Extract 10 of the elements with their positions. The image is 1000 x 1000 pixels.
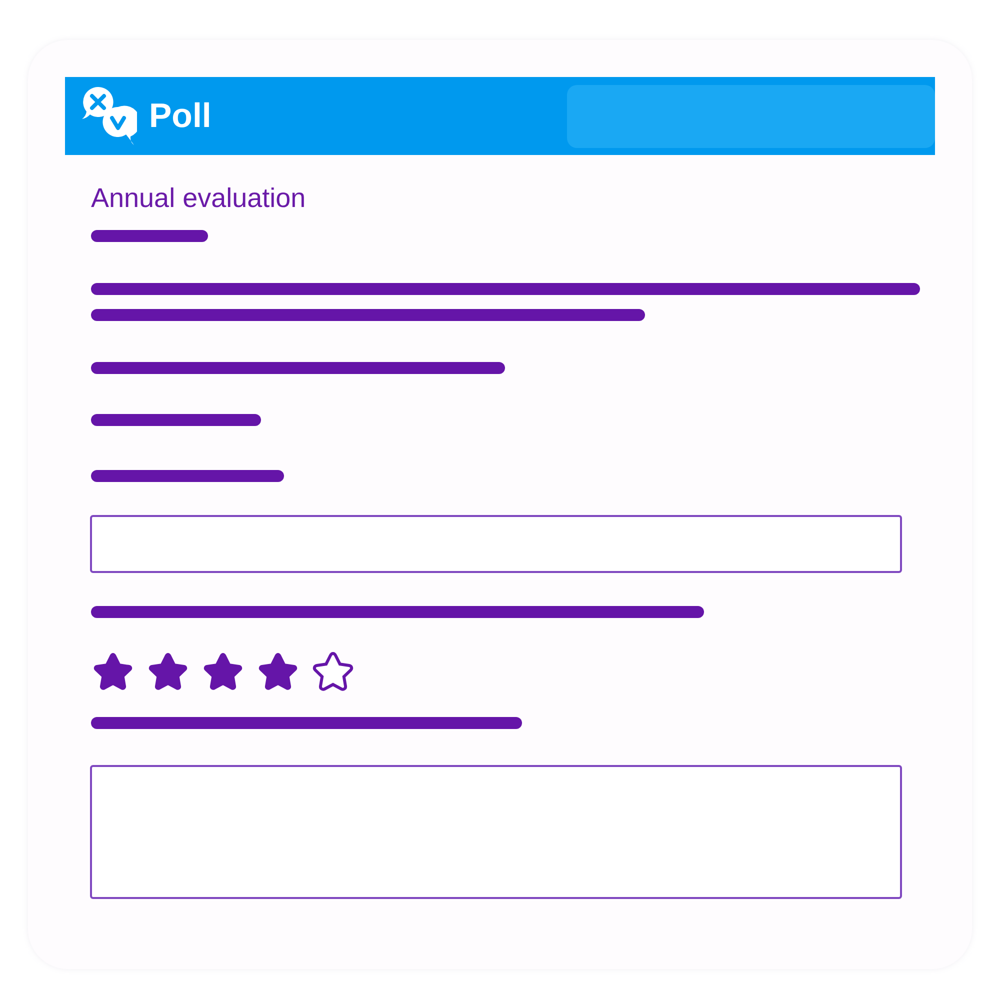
filled-star-icon[interactable] <box>256 650 300 692</box>
chat-bubbles-icon <box>81 85 137 147</box>
input-field[interactable] <box>90 515 902 573</box>
app-title: Poll <box>149 96 212 136</box>
form-title: Annual evaluation <box>91 183 307 213</box>
filled-star-icon[interactable] <box>146 650 190 692</box>
text-area[interactable] <box>90 765 902 899</box>
filled-star-icon[interactable] <box>201 650 245 692</box>
filled-star-icon[interactable] <box>91 650 135 692</box>
empty-star-icon[interactable] <box>311 650 355 692</box>
